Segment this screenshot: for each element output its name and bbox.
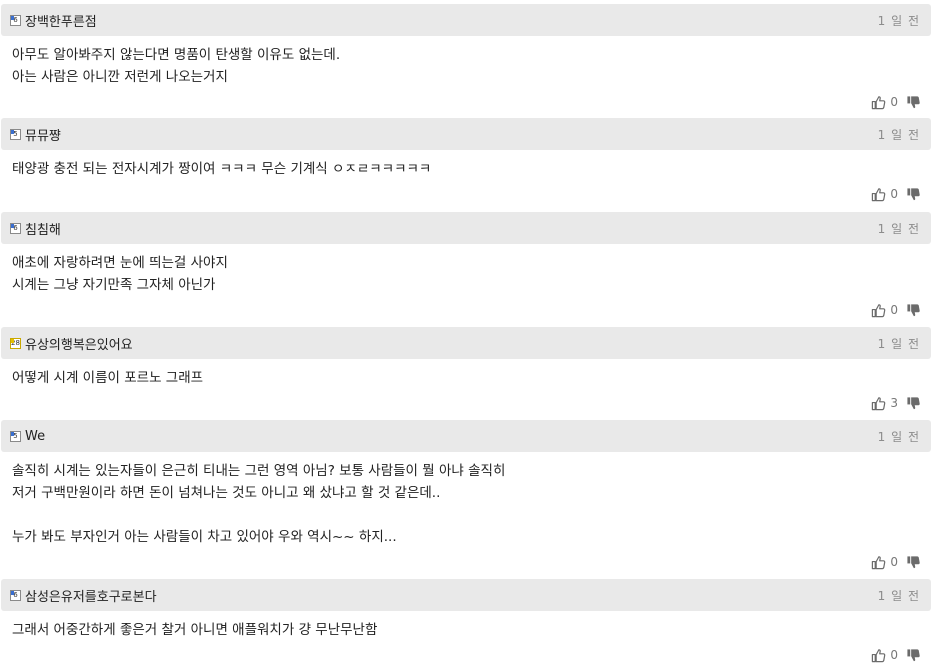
level-badge-icon: 5: [10, 430, 21, 442]
comment-header: 28 유상의행복은있어요 1 일 전: [1, 327, 931, 359]
dislike-button[interactable]: [906, 648, 921, 663]
level-badge-icon: 6: [10, 14, 21, 26]
thumbs-up-icon: [872, 187, 886, 201]
comment-header: 5 뮤뮤쨩 1 일 전: [1, 118, 931, 150]
comment-body: 솔직히 시계는 있는자들이 은근히 티내는 그런 영역 아님? 보통 사람들이 …: [12, 463, 506, 545]
like-button[interactable]: 0: [871, 648, 906, 663]
comment-time: 1 일 전: [877, 13, 920, 28]
comment-votes: 0: [1, 643, 931, 667]
level-badge-icon: 5: [10, 128, 21, 140]
dislike-button[interactable]: [906, 187, 921, 202]
thumbs-up-icon: [872, 396, 886, 410]
like-button[interactable]: 0: [871, 187, 906, 202]
comment-votes: 3: [1, 391, 931, 415]
like-count: 0: [890, 648, 898, 662]
comment-nickname[interactable]: 유상의행복은있어요: [25, 334, 133, 353]
comment-votes: 0: [1, 90, 931, 114]
comment-votes: 0: [1, 182, 931, 206]
comment-item: 5 We 1 일 전 솔직히 시계는 있는자들이 은근히 티내는 그런 영역 아…: [1, 420, 931, 574]
thumbs-down-icon: [907, 396, 920, 409]
comment-header: 5 We 1 일 전: [1, 420, 931, 452]
like-count: 0: [890, 555, 898, 569]
comment-nickname[interactable]: 장백한푸른점: [25, 11, 97, 30]
level-badge-icon: 6: [10, 222, 21, 234]
comment-time: 1 일 전: [877, 221, 920, 236]
dislike-button[interactable]: [906, 396, 921, 411]
like-button[interactable]: 3: [871, 396, 906, 411]
comment-votes: 0: [1, 298, 931, 322]
like-count: 3: [890, 396, 898, 410]
thumbs-down-icon: [907, 187, 920, 200]
like-button[interactable]: 0: [871, 95, 906, 110]
comment-item: 6 삼성은유저를호구로본다 1 일 전 그래서 어중간하게 좋은거 찰거 아니면…: [1, 579, 931, 667]
comment-nickname[interactable]: 삼성은유저를호구로본다: [25, 586, 157, 605]
level-badge-icon: 28: [10, 337, 21, 349]
comment-body: 어떻게 시계 이름이 포르노 그래프: [12, 370, 204, 386]
comment-body: 그래서 어중간하게 좋은거 찰거 아니면 애플워치가 걍 무난무난함: [12, 622, 378, 638]
thumbs-up-icon: [872, 95, 886, 109]
like-button[interactable]: 0: [871, 555, 906, 570]
comment-time: 1 일 전: [877, 336, 920, 351]
comment-item: 28 유상의행복은있어요 1 일 전 어떻게 시계 이름이 포르노 그래프 3: [1, 327, 931, 415]
comment-time: 1 일 전: [877, 127, 920, 142]
comment-time: 1 일 전: [877, 429, 920, 444]
like-count: 0: [890, 303, 898, 317]
like-button[interactable]: 0: [871, 303, 906, 318]
comment-body: 아무도 알아봐주지 않는다면 명품이 탄생할 이유도 없는데. 아는 사람은 아…: [12, 47, 341, 85]
thumbs-up-icon: [872, 648, 886, 662]
thumbs-down-icon: [907, 555, 920, 568]
comment-header: 6 침침해 1 일 전: [1, 212, 931, 244]
comment-header: 6 삼성은유저를호구로본다 1 일 전: [1, 579, 931, 611]
comment-nickname[interactable]: We: [25, 429, 45, 444]
comment-body: 태양광 충전 되는 전자시계가 짱이여 ㅋㅋㅋ 무슨 기계식 ㅇㅈㄹㅋㅋㅋㅋㅋ: [12, 161, 432, 177]
like-count: 0: [890, 187, 898, 201]
comment-nickname[interactable]: 뮤뮤쨩: [25, 125, 61, 144]
dislike-button[interactable]: [906, 95, 921, 110]
comment-item: 6 침침해 1 일 전 애초에 자랑하려면 눈에 띄는걸 사야지 시계는 그냥 …: [1, 212, 931, 322]
comment-item: 5 뮤뮤쨩 1 일 전 태양광 충전 되는 전자시계가 짱이여 ㅋㅋㅋ 무슨 기…: [1, 118, 931, 206]
dislike-button[interactable]: [906, 555, 921, 570]
dislike-button[interactable]: [906, 303, 921, 318]
comment-header: 6 장백한푸른점 1 일 전: [1, 4, 931, 36]
level-badge-icon: 6: [10, 589, 21, 601]
thumbs-down-icon: [907, 303, 920, 316]
comment-item: 6 장백한푸른점 1 일 전 아무도 알아봐주지 않는다면 명품이 탄생할 이유…: [1, 4, 931, 114]
thumbs-down-icon: [907, 95, 920, 108]
comment-nickname[interactable]: 침침해: [25, 219, 61, 238]
comment-body: 애초에 자랑하려면 눈에 띄는걸 사야지 시계는 그냥 자기만족 그자체 아닌가: [12, 255, 228, 293]
like-count: 0: [890, 95, 898, 109]
comment-time: 1 일 전: [877, 588, 920, 603]
thumbs-up-icon: [872, 555, 886, 569]
comment-votes: 0: [1, 550, 931, 574]
thumbs-up-icon: [872, 303, 886, 317]
thumbs-down-icon: [907, 648, 920, 661]
